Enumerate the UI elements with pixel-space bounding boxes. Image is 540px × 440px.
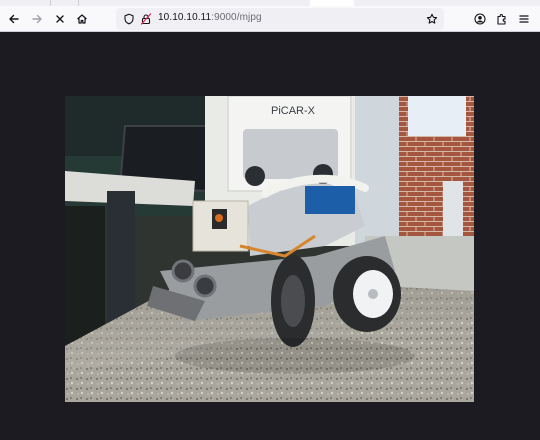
stop-loading-icon bbox=[56, 15, 64, 23]
forward-button[interactable] bbox=[27, 9, 47, 29]
account-button[interactable] bbox=[470, 9, 490, 29]
robot-shadow bbox=[175, 338, 415, 374]
back-button[interactable] bbox=[4, 9, 24, 29]
shield-icon bbox=[124, 13, 134, 25]
scene-window-glass bbox=[408, 96, 466, 136]
account-icon bbox=[474, 13, 486, 25]
robot-camera-lens bbox=[215, 214, 223, 222]
address-text[interactable]: 10.10.10.11:9000/mjpg bbox=[158, 12, 262, 23]
back-arrow-icon bbox=[9, 14, 19, 24]
insecure-lock-icon bbox=[140, 13, 152, 25]
robot-ultrasonic-right bbox=[193, 274, 217, 298]
mjpeg-camera-stream: PiCAR-X bbox=[65, 96, 474, 402]
tracking-protection-button[interactable] bbox=[121, 11, 137, 27]
home-button[interactable] bbox=[72, 9, 92, 29]
site-info-button[interactable] bbox=[138, 11, 154, 27]
address-host: 10.10.10.11 bbox=[158, 12, 212, 23]
address-path: :9000/mjpg bbox=[211, 12, 262, 23]
robot-rear-wheel-cap bbox=[368, 289, 378, 299]
stop-button[interactable] bbox=[50, 9, 70, 29]
scene-building-window bbox=[443, 181, 463, 236]
navigation-toolbar: 10.10.10.11:9000/mjpg bbox=[0, 6, 540, 32]
menu-button[interactable] bbox=[514, 9, 534, 29]
menu-icon bbox=[519, 15, 529, 23]
robot-battery-pack bbox=[305, 186, 355, 214]
robot-front-wheel-hub bbox=[281, 275, 305, 327]
bookmark-star-icon bbox=[426, 13, 438, 24]
extensions-button[interactable] bbox=[492, 9, 512, 29]
address-bar[interactable]: 10.10.10.11:9000/mjpg bbox=[116, 8, 444, 30]
home-icon bbox=[77, 14, 87, 24]
bookmark-button[interactable] bbox=[424, 11, 440, 27]
extensions-icon bbox=[497, 13, 506, 25]
forward-arrow-icon bbox=[32, 14, 42, 24]
robot-ultrasonic-left bbox=[171, 259, 195, 283]
box-label: PiCAR-X bbox=[271, 105, 316, 117]
box-car-wheel bbox=[245, 166, 265, 186]
scene-floor-shadow bbox=[65, 206, 105, 346]
